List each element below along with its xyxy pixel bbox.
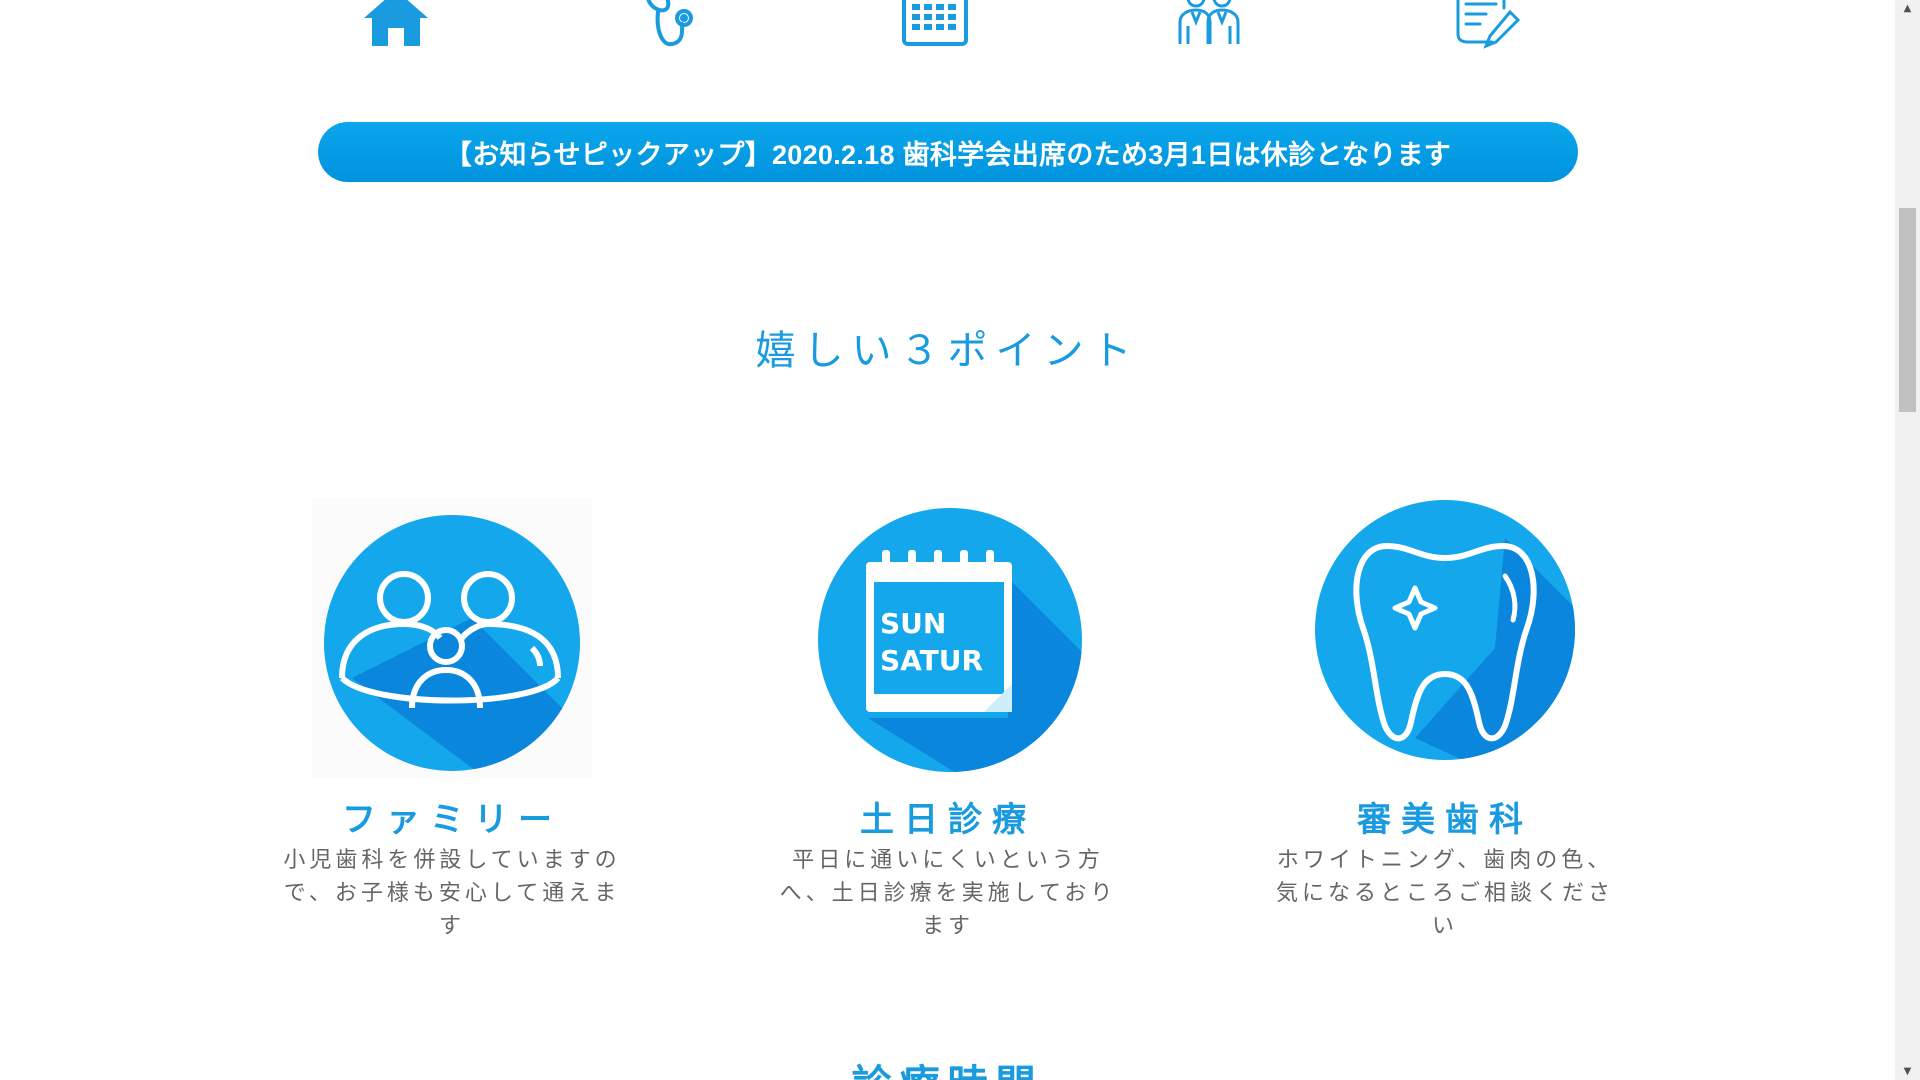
section-title: 嬉しい３ポイント <box>748 318 1147 384</box>
tooth-icon <box>1305 498 1585 778</box>
scroll-thumb[interactable] <box>1899 208 1916 412</box>
feature-desc: 平日に通いにくいという方へ、土日診療を実施しております <box>779 848 1117 939</box>
notice-text: 【お知らせピックアップ】2020.2.18 歯科学会出席のため3月1日は休診とな… <box>444 139 1452 170</box>
feature-cosmetic: 審美歯科 ホワイトニング、歯肉の色、気になるところご相談ください <box>1215 498 1675 943</box>
feature-desc: ホワイトニング、歯肉の色、気になるところご相談ください <box>1275 848 1614 939</box>
scroll-up-icon[interactable]: ▲ <box>1895 0 1920 17</box>
calendar-icon[interactable] <box>898 0 974 50</box>
scroll-down-icon[interactable]: ▼ <box>1895 1063 1920 1080</box>
feature-title: 審美歯科 <box>1357 800 1533 840</box>
calendar-sun-satur-icon: SUN SATUR <box>808 498 1088 778</box>
feature-family: ファミリー 小児歯科を併設していますので、お子様も安心して通えます <box>222 498 682 943</box>
document-edit-icon[interactable] <box>1450 0 1526 50</box>
scrollbar[interactable]: ▲ ▼ <box>1895 0 1920 1080</box>
family-icon <box>312 498 592 778</box>
next-section-title: 診療時間 <box>0 1052 1895 1080</box>
feature-weekend: SUN SATUR 土日診療 平日に通いにくいという方へ、土日診療を実施しており… <box>718 498 1178 943</box>
top-nav-icons <box>0 0 1895 60</box>
feature-title: 土日診療 <box>860 800 1036 840</box>
feature-desc: 小児歯科を併設していますので、お子様も安心して通えます <box>283 848 621 939</box>
calendar-text-sun: SUN <box>880 607 946 640</box>
stethoscope-icon[interactable] <box>632 0 708 50</box>
notice-banner[interactable]: 【お知らせピックアップ】2020.2.18 歯科学会出席のため3月1日は休診とな… <box>318 122 1578 182</box>
calendar-text-satur: SATUR <box>880 644 983 677</box>
feature-title: ファミリー <box>342 800 562 840</box>
section-heading: 嬉しい３ポイント <box>0 318 1895 384</box>
home-icon[interactable] <box>358 0 434 50</box>
doctors-icon[interactable] <box>1172 0 1248 50</box>
page: 【お知らせピックアップ】2020.2.18 歯科学会出席のため3月1日は休診とな… <box>0 0 1920 1080</box>
section-title-text: 嬉しい３ポイント <box>755 328 1140 374</box>
